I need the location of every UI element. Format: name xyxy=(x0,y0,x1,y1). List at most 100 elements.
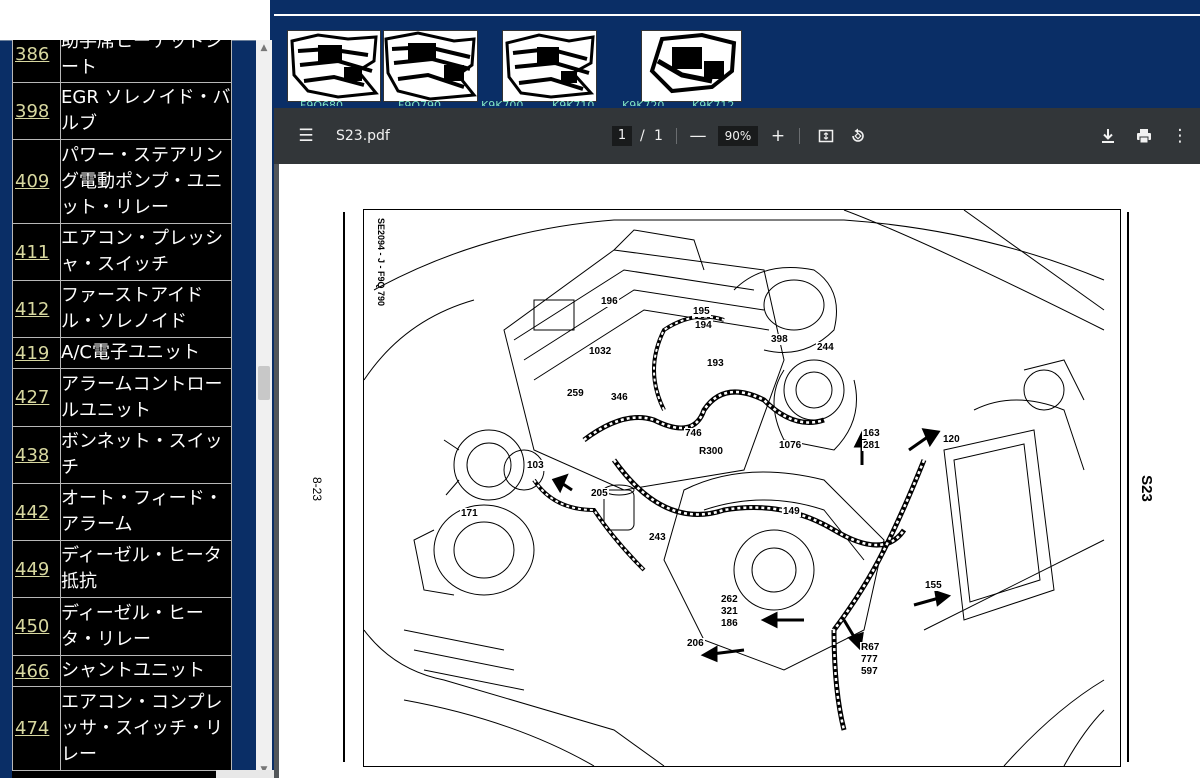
thumbnail-caption: K9K720 xyxy=(622,100,664,106)
parts-index-header xyxy=(0,0,272,41)
thumbnail-caption: F9Q790 xyxy=(398,100,441,106)
section-label: S23 xyxy=(1137,475,1155,502)
part-number-link[interactable]: 411 xyxy=(13,242,49,263)
zoom-input[interactable]: 90% xyxy=(718,126,758,146)
callout-label: 777 xyxy=(860,654,879,665)
table-row: 409 パワー・ステアリング電動ポンプ・ユニット・リレー xyxy=(12,139,232,224)
part-name: ディーゼル・ヒータ・リレー xyxy=(60,597,232,656)
page-rule-left xyxy=(343,212,345,762)
part-number-link[interactable]: 398 xyxy=(13,101,49,122)
divider xyxy=(676,128,677,144)
callout-label: 398 xyxy=(770,334,789,345)
thumbnail-caption: F9Q680 xyxy=(300,100,343,106)
parts-list-viewport: 386 助手席ヒーテッドシート 398 EGR ソレノイド・バルブ 409 パワ… xyxy=(12,40,232,778)
part-number-link[interactable]: 442 xyxy=(13,502,49,523)
part-name: パワー・ステアリング電動ポンプ・ユニット・リレー xyxy=(60,139,232,224)
engine-thumbnail-3[interactable] xyxy=(502,30,597,102)
parts-table: 386 助手席ヒーテッドシート 398 EGR ソレノイド・バルブ 409 パワ… xyxy=(12,40,232,771)
thumbnail-caption: K9K712 xyxy=(692,100,734,106)
part-number-link[interactable]: 438 xyxy=(13,445,49,466)
table-row: 438 ボンネット・スイッチ xyxy=(12,426,232,484)
callout-label: 597 xyxy=(860,666,879,677)
page-separator: / xyxy=(640,128,645,144)
part-number-link[interactable]: 412 xyxy=(13,299,49,320)
table-row: 386 助手席ヒーテッドシート xyxy=(12,40,232,83)
divider xyxy=(799,128,800,144)
engine-thumbnail-4[interactable] xyxy=(641,30,742,102)
scroll-up-icon[interactable]: ▲ xyxy=(256,40,272,56)
table-row: 411 エアコン・プレッシャ・スイッチ xyxy=(12,223,232,281)
callout-label: R67 xyxy=(860,642,881,653)
callout-label: 171 xyxy=(460,508,479,519)
callout-label: 186 xyxy=(720,618,739,629)
part-name: オート・フィード・アラーム xyxy=(60,483,232,541)
print-icon[interactable] xyxy=(1130,122,1158,150)
engine-thumbnail-1[interactable] xyxy=(287,30,381,102)
thumbnail-caption: K9K710 xyxy=(552,100,594,106)
callout-label: 346 xyxy=(610,392,629,403)
table-row: 419 A/C電子ユニット xyxy=(12,337,232,369)
callout-label: 243 xyxy=(648,532,667,543)
callout-label: 259 xyxy=(566,388,585,399)
download-icon[interactable] xyxy=(1094,122,1122,150)
part-name: ファーストアイドル・ソレノイド xyxy=(60,280,232,338)
part-number-link[interactable]: 419 xyxy=(13,343,49,364)
callout-label: 149 xyxy=(782,506,801,517)
page-label: 8-23 xyxy=(310,476,325,502)
table-row: 442 オート・フィード・アラーム xyxy=(12,483,232,541)
callout-label: 155 xyxy=(924,580,943,591)
more-icon[interactable]: ⋮ xyxy=(1166,122,1194,150)
table-row: 398 EGR ソレノイド・バルブ xyxy=(12,82,232,140)
callout-label: 120 xyxy=(942,434,961,445)
page-number-input[interactable]: 1 xyxy=(612,126,632,146)
scrollbar-thumb[interactable] xyxy=(258,366,270,400)
part-name: エアコン・プレッシャ・スイッチ xyxy=(60,223,232,281)
part-name: シャントユニット xyxy=(60,655,232,687)
part-name: ディーゼル・ヒータ抵抗 xyxy=(60,540,232,598)
file-name: S23.pdf xyxy=(336,128,390,144)
part-number-link[interactable]: 386 xyxy=(13,44,49,65)
page-rule-right xyxy=(1127,212,1129,762)
callout-label: 205 xyxy=(590,488,609,499)
callout-label: 194 xyxy=(694,320,713,331)
callout-label: 262 xyxy=(720,594,739,605)
part-name: アラームコントロールユニット xyxy=(60,368,232,427)
part-number-link[interactable]: 474 xyxy=(13,718,49,739)
engine-illustration xyxy=(364,210,1105,766)
part-number-link[interactable]: 449 xyxy=(13,559,49,580)
table-row: 427 アラームコントロールユニット xyxy=(12,368,232,427)
callout-label: R300 xyxy=(698,446,724,457)
part-number-link[interactable]: 427 xyxy=(13,387,49,408)
parts-list-scrollbar[interactable]: ▲ ▼ xyxy=(256,40,272,778)
fit-page-icon[interactable] xyxy=(812,122,840,150)
callout-label: 206 xyxy=(686,638,705,649)
rotate-icon[interactable] xyxy=(844,122,872,150)
part-name: エアコン・コンプレッサ・スイッチ・リレー xyxy=(60,686,232,771)
part-number-link[interactable]: 409 xyxy=(13,171,49,192)
table-row: 449 ディーゼル・ヒータ抵抗 xyxy=(12,540,232,598)
pdf-viewer: ☰ S23.pdf 1 / 1 — 90% + ⋮ 8-23 S23 SE209… xyxy=(274,108,1200,778)
callout-label: 193 xyxy=(706,358,725,369)
engine-thumbnail-2[interactable] xyxy=(383,30,478,102)
total-pages: 1 xyxy=(654,128,663,144)
callout-label: 1076 xyxy=(778,440,803,451)
callout-label: 163 xyxy=(862,428,881,439)
callout-label: 281 xyxy=(862,440,881,451)
thumbnail-caption: K9K700 xyxy=(481,100,523,106)
zoom-out-icon[interactable]: — xyxy=(684,122,712,150)
callout-label: 103 xyxy=(526,460,545,471)
parts-index-frame: 386 助手席ヒーテッドシート 398 EGR ソレノイド・バルブ 409 パワ… xyxy=(0,0,430,778)
table-row: 466 シャントユニット xyxy=(12,655,232,687)
callout-label: 244 xyxy=(816,342,835,353)
part-name: 助手席ヒーテッドシート xyxy=(60,40,232,83)
menu-icon[interactable]: ☰ xyxy=(292,122,320,150)
part-number-link[interactable]: 450 xyxy=(13,616,49,637)
table-row: 450 ディーゼル・ヒータ・リレー xyxy=(12,597,232,656)
zoom-in-icon[interactable]: + xyxy=(764,122,792,150)
callout-label: 1032 xyxy=(588,346,613,357)
part-number-link[interactable]: 466 xyxy=(13,661,49,682)
pdf-toolbar: ☰ S23.pdf 1 / 1 — 90% + ⋮ xyxy=(274,108,1200,164)
divider xyxy=(274,14,1200,16)
callout-label: 746 xyxy=(684,428,703,439)
callout-label: 321 xyxy=(720,606,739,617)
